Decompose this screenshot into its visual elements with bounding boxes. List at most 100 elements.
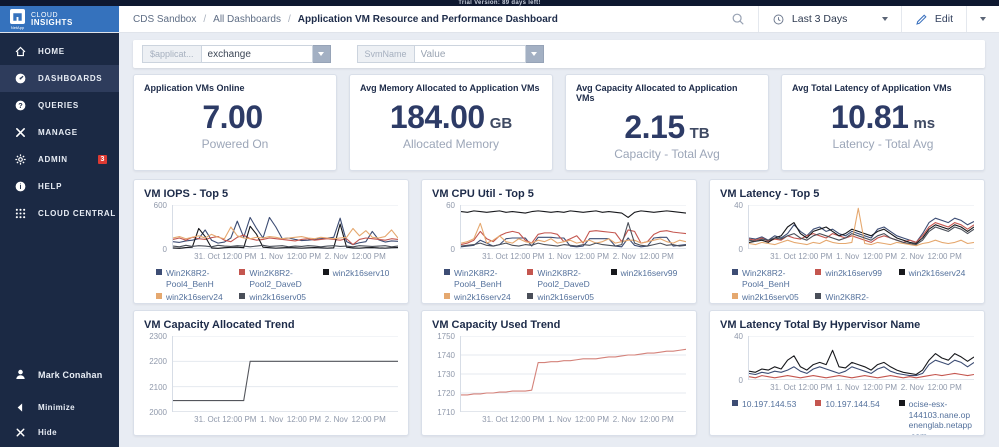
legend-swatch	[444, 269, 450, 275]
legend-item[interactable]: win2k16serv24	[156, 292, 231, 303]
chart-title: VM Latency - Top 5	[720, 188, 820, 200]
breadcrumb-all-dashboards[interactable]: All Dashboards	[213, 14, 281, 25]
filter-application-input[interactable]	[200, 45, 313, 63]
dashboard-more-dropdown[interactable]	[967, 6, 999, 32]
chart-card-vm-latency-by-hypervisor: VM Latency Total By Hypervisor Name 0 40 …	[709, 310, 985, 436]
legend-label: ocise-esx-144103.nane.openenglab.netapp.…	[908, 399, 972, 436]
kpi-title: Avg Memory Allocated to Application VMs	[360, 83, 540, 93]
line-chart-plot	[748, 205, 974, 249]
breadcrumb-tenant[interactable]: CDS Sandbox	[133, 14, 196, 25]
help-icon: i	[14, 180, 27, 193]
user-menu[interactable]: Mark Conahan	[0, 362, 119, 387]
legend-label: Win2K8R2-Pool4_BenH	[742, 268, 790, 289]
legend-swatch	[732, 293, 738, 300]
chevron-down-icon	[980, 17, 986, 21]
sidebar-item-label: ADMIN	[38, 155, 68, 164]
filter-svmname-input[interactable]	[413, 45, 526, 63]
svg-text:?: ?	[18, 101, 23, 110]
legend-item[interactable]: Win2K8R2-Pool2_DaveD	[239, 268, 314, 289]
filter-label: $applicat...	[142, 45, 201, 63]
legend-label: win2k16serv24	[454, 292, 511, 303]
legend-swatch	[322, 269, 329, 275]
legend-swatch	[732, 400, 738, 406]
chart-card-vm-latency-top5: VM Latency - Top 5 0 40 31. Oct 12:00 PM 1.…	[709, 179, 985, 304]
legend-swatch	[156, 293, 162, 300]
kpi-unit: GB	[489, 115, 513, 132]
kpi-value: 184.00	[389, 99, 485, 135]
chart-legend: Win2K8R2-Pool4_BenH win2k16serv99 win2k16s…	[720, 268, 974, 303]
legend-label: Win2K8R2-Pool2_DaveD	[537, 268, 590, 289]
legend-item[interactable]: win2k16serv24	[444, 292, 519, 303]
legend-item[interactable]: win2k16serv99	[815, 268, 890, 289]
legend-item[interactable]: Win2K8R2-Pool4_BenH	[732, 268, 807, 289]
home-icon	[14, 45, 27, 58]
netapp-brand-text: NetApp	[10, 24, 25, 30]
legend-label: Win2K8R2-Pool2_DaveD	[249, 268, 302, 289]
line-chart-plot	[172, 205, 398, 249]
kpi-unit: TB	[689, 125, 710, 142]
chart-title: VM Capacity Allocated Trend	[144, 319, 295, 331]
legend-label: win2k16serv24	[908, 268, 966, 278]
y-axis: 0 60	[446, 201, 455, 254]
filter-svmname: SvmName	[356, 45, 544, 63]
sidebar: HOME DASHBOARDS? QUERIES MANAGE ADMIN 3 i HELP C…	[0, 33, 119, 447]
legend-item[interactable]: win2k16serv24	[898, 268, 974, 289]
legend-label: win2k16serv24	[166, 292, 223, 303]
legend-item[interactable]: 10.197.144.53	[732, 399, 807, 435]
legend-item[interactable]: Win2K8R2-Pool8_GulP	[815, 292, 890, 303]
legend-item[interactable]: win2k16serv05	[239, 292, 314, 303]
legend-item[interactable]: win2k16serv10	[322, 268, 398, 289]
legend-label: win2k16serv10	[332, 268, 390, 278]
filter-application: $applicat...	[142, 45, 331, 63]
netapp-logo-icon	[10, 8, 25, 24]
sidebar-item-label: HOME	[38, 47, 65, 56]
filter-dropdown-button[interactable]	[312, 45, 331, 63]
search-button[interactable]	[718, 6, 758, 32]
minimize-button[interactable]: Minimize	[0, 395, 119, 420]
chart-card-vm-iops-top5: VM IOPS - Top 5 0 600 31. Oct 12:00 PM 1. N…	[133, 179, 409, 304]
sidebar-item-cloud-central[interactable]: CLOUD CENTRAL	[0, 200, 119, 227]
legend-swatch	[815, 293, 822, 300]
legend-item[interactable]: ocise-esx-144103.nane.openenglab.netapp.…	[898, 399, 974, 436]
legend-label: win2k16serv99	[620, 268, 678, 278]
sidebar-item-home[interactable]: HOME	[0, 38, 119, 65]
app-logo[interactable]: NetApp CLOUD INSIGHTS	[0, 6, 119, 32]
kpi-card-avg-latency: Avg Total Latency of Application VMs 10.…	[781, 74, 985, 171]
chart-title: VM CPU Util - Top 5	[432, 188, 534, 200]
time-range-selector[interactable]: Last 3 Days	[759, 6, 901, 32]
hide-button[interactable]: Hide	[0, 420, 119, 445]
legend-label: 10.197.144.54	[825, 399, 880, 409]
manage-icon	[14, 126, 27, 139]
legend-item[interactable]: win2k16serv99	[610, 268, 686, 289]
chart-title: VM Latency Total By Hypervisor Name	[720, 319, 921, 331]
chart-title: VM IOPS - Top 5	[144, 188, 229, 200]
sidebar-item-admin[interactable]: ADMIN 3	[0, 146, 119, 173]
chart-card-vm-cpu-util-top5: VM CPU Util - Top 5 0 60 31. Oct 12:00 PM 1…	[421, 179, 697, 304]
sidebar-item-help[interactable]: i HELP	[0, 173, 119, 200]
kpi-row: Application VMs Online 7.00 Powered On A…	[133, 74, 985, 171]
legend-item[interactable]: Win2K8R2-Pool2_DaveD	[527, 268, 602, 289]
legend-item[interactable]: 10.197.144.54	[815, 399, 890, 435]
legend-swatch	[239, 269, 246, 275]
svg-text:i: i	[20, 184, 22, 191]
filter-dropdown-button[interactable]	[525, 45, 544, 63]
user-icon	[14, 368, 27, 381]
sidebar-item-queries[interactable]: ? QUERIES	[0, 92, 119, 119]
dashboard-content: $applicat... SvmName Application VMs Onl…	[119, 33, 999, 447]
chart-legend: Win2K8R2-Pool4_BenH Win2K8R2-Pool2_DaveD w…	[144, 268, 398, 303]
edit-button[interactable]: Edit	[902, 6, 966, 32]
legend-item[interactable]: Win2K8R2-Pool4_BenH	[156, 268, 231, 289]
legend-swatch	[898, 400, 905, 406]
legend-swatch	[527, 269, 534, 275]
sidebar-item-dashboards[interactable]: DASHBOARDS	[0, 65, 119, 92]
breadcrumb-separator: /	[287, 13, 291, 25]
legend-item[interactable]: win2k16serv05	[732, 292, 807, 303]
legend-label: Win2K8R2-Pool4_BenH	[166, 268, 214, 289]
legend-item[interactable]: Win2K8R2-Pool4_BenH	[444, 268, 519, 289]
sidebar-item-manage[interactable]: MANAGE	[0, 119, 119, 146]
legend-label: 10.197.144.53	[742, 399, 797, 409]
kpi-value: 10.81	[830, 99, 909, 135]
legend-item[interactable]: win2k16serv05	[527, 292, 602, 303]
kpi-value: 2.15	[624, 109, 685, 145]
y-axis: 0 40	[734, 201, 743, 254]
